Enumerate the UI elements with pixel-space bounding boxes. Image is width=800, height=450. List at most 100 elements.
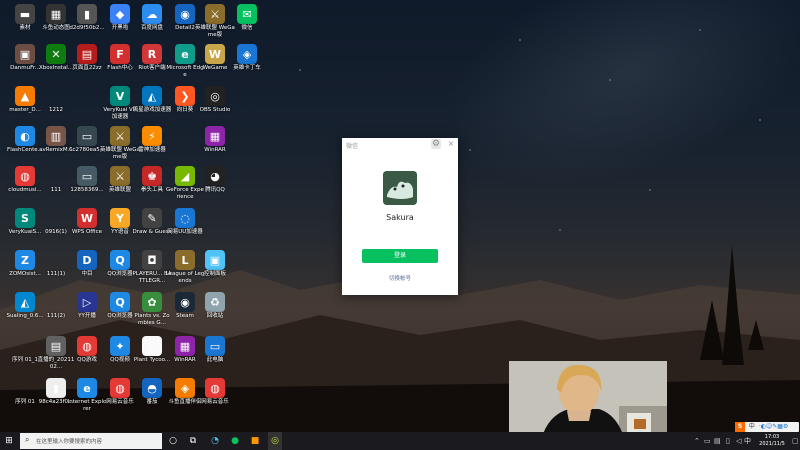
desktop-icon[interactable]: ▭ 此电脑 [195, 334, 235, 374]
ime-mode-label[interactable]: 中 [749, 423, 755, 430]
tray-ime-icon[interactable]: 中 [744, 432, 751, 450]
desktop-icon-label: 英雄卡丁车 [233, 65, 261, 71]
desktop-icon-image: ✕ [46, 44, 66, 64]
desktop-icon[interactable]: ⚡ 雷神加速器 [132, 124, 172, 164]
desktop-icon[interactable]: ◎ OBS Studio [195, 84, 235, 124]
desktop-icon[interactable]: ◈ 英雄卡丁车 [227, 42, 267, 82]
desktop-icon[interactable]: ◌ 网易UU加速器 [165, 206, 205, 246]
switch-account-link[interactable]: 切换帐号 [342, 274, 458, 282]
cortana-button[interactable]: ○ [166, 432, 180, 450]
desktop-icon-label: OBS Studio [199, 107, 231, 113]
clock-date: 2021/11/5 [759, 441, 785, 447]
desktop-icon-image: ◈ [175, 378, 195, 398]
ime-toolbar[interactable]: S 中 ·◐☺✎▦⚙ [735, 422, 799, 432]
ime-tools-icons[interactable]: ·◐☺✎▦⚙ [759, 423, 788, 430]
desktop-icon-image: ▭ [77, 126, 97, 146]
desktop-icon-image: ▤ [46, 336, 66, 356]
dialog-titlebar[interactable]: 微信 ⚙ × [342, 138, 458, 152]
desktop-icon-image [46, 208, 66, 228]
tray-network-icon[interactable]: ▭ [704, 432, 711, 450]
desktop-icon-image: ▥ [46, 126, 66, 146]
login-button[interactable]: 登录 [362, 249, 438, 263]
desktop-icon-image: e [77, 378, 97, 398]
desktop-icon-image: ◌ [175, 208, 195, 228]
desktop-icon[interactable]: ♻ 回收站 [195, 290, 235, 330]
desktop-icon-image: F [110, 44, 130, 64]
taskbar-app-wechat[interactable]: ● [228, 432, 242, 450]
desktop-icon-image: ▭ [77, 166, 97, 186]
desktop-icon[interactable]: ✉ 微信 [227, 2, 267, 42]
search-placeholder: 在这里输入你要搜索的内容 [36, 439, 103, 445]
desktop-icon-image [46, 292, 66, 312]
desktop-icon-image: ▣ [205, 250, 225, 270]
desktop-icon-image: ◉ [175, 292, 195, 312]
desktop-icon-label: 网易云音乐 [201, 399, 229, 405]
desktop-icon-image: D [77, 250, 97, 270]
wechat-login-dialog: 微信 ⚙ × Sakura 登录 切换帐号 [342, 138, 458, 295]
desktop-icon-image: ✎ [142, 208, 162, 228]
task-view-icon: ⧉ [189, 436, 197, 446]
gear-icon[interactable]: ⚙ [431, 139, 441, 149]
desktop-icon-label: WinRAR [204, 147, 226, 153]
obs-icon: ◎ [271, 436, 279, 446]
desktop-icon-image: L [175, 250, 195, 270]
desktop-icon-image: ▦ [46, 4, 66, 24]
wechat-icon: ● [231, 436, 239, 446]
desktop-icon-image: Q [110, 250, 130, 270]
desktop-icon-image: ♻ [205, 292, 225, 312]
desktop-icon[interactable]: ▦ WinRAR [195, 124, 235, 164]
desktop-icon-label: 控制面板 [203, 271, 226, 277]
desktop-icon-image: ▤ [77, 44, 97, 64]
desktop-icon-image: R [142, 44, 162, 64]
tray-volume-icon[interactable]: ◁ [736, 432, 741, 450]
desktop-icon[interactable]: 1212 [36, 84, 76, 124]
taskbar-app-edge-dev[interactable]: ◔ [208, 432, 222, 450]
desktop: ▬ 素材 ▦ 斗鱼动态图 ▮ d2d9f50b2... ◆ 开黑啦 ☁ 百度网盘 ◉ Detail2 ⚔… [0, 0, 800, 432]
desktop-icon-image: ♚ [142, 166, 162, 186]
desktop-icon-image [15, 336, 35, 356]
notification-icon[interactable]: ▢ [792, 432, 799, 450]
tray-keyboard-icon[interactable]: ▤ [714, 432, 721, 450]
desktop-icon-label: 微信 [241, 25, 253, 31]
desktop-icon-image: ◈ [237, 44, 257, 64]
desktop-icon-image: e [175, 44, 195, 64]
task-view-button[interactable]: ⧉ [186, 432, 200, 450]
clock-time: 17:03 [764, 434, 780, 440]
desktop-icon-image: ◉ [175, 4, 195, 24]
desktop-icon-image: ✉ [237, 4, 257, 24]
desktop-icon-image: ⚔ [110, 166, 130, 186]
search-icon: ⌕ [25, 435, 30, 444]
desktop-icon[interactable]: ▣ 控制面板 [195, 248, 235, 288]
desktop-icon-image: ◓ [142, 378, 162, 398]
desktop-icon[interactable]: ◍ 网易云音乐 [195, 376, 235, 416]
windows-icon: ⊞ [5, 436, 13, 446]
desktop-icon-image: ⚔ [205, 4, 225, 24]
desktop-icon-image: ◘ [142, 250, 162, 270]
desktop-icon-image: S [15, 208, 35, 228]
cortana-icon: ○ [169, 436, 177, 446]
taskbar-app-obs[interactable]: ◎ [268, 432, 282, 450]
desktop-icon-image: ⚔ [110, 126, 130, 146]
desktop-icon-image: ▮ [77, 4, 97, 24]
taskbar-app-douyu[interactable]: ■ [248, 432, 262, 450]
close-icon[interactable]: × [446, 139, 456, 149]
desktop-icon-image [46, 166, 66, 186]
desktop-icon-image: ◍ [110, 378, 130, 398]
desktop-icon-image [46, 250, 66, 270]
desktop-icon-label: 腾讯QQ [205, 187, 225, 193]
sogou-icon: S [735, 422, 745, 432]
desktop-icon-label: 回收站 [206, 313, 224, 319]
desktop-icon-image: ⚡ [142, 126, 162, 146]
desktop-icon-image: ◭ [142, 86, 162, 106]
desktop-icon-image: ◭ [15, 292, 35, 312]
tray-power-icon[interactable]: ▯ [726, 432, 730, 450]
desktop-icon-image: ☁ [142, 4, 162, 24]
desktop-icon-image: W [77, 208, 97, 228]
start-button[interactable]: ⊞ [0, 432, 18, 450]
taskbar-clock[interactable]: 17:03 2021/11/5 [752, 434, 792, 448]
desktop-icon[interactable]: ◕ 腾讯QQ [195, 164, 235, 204]
desktop-icon-image: ▯ [142, 336, 162, 356]
taskbar-search-box[interactable]: ⌕ 在这里输入你要搜索的内容 [20, 433, 162, 449]
desktop-icon-image: ▦ [205, 126, 225, 146]
tray-chevron-icon[interactable]: ⌃ [694, 432, 700, 450]
